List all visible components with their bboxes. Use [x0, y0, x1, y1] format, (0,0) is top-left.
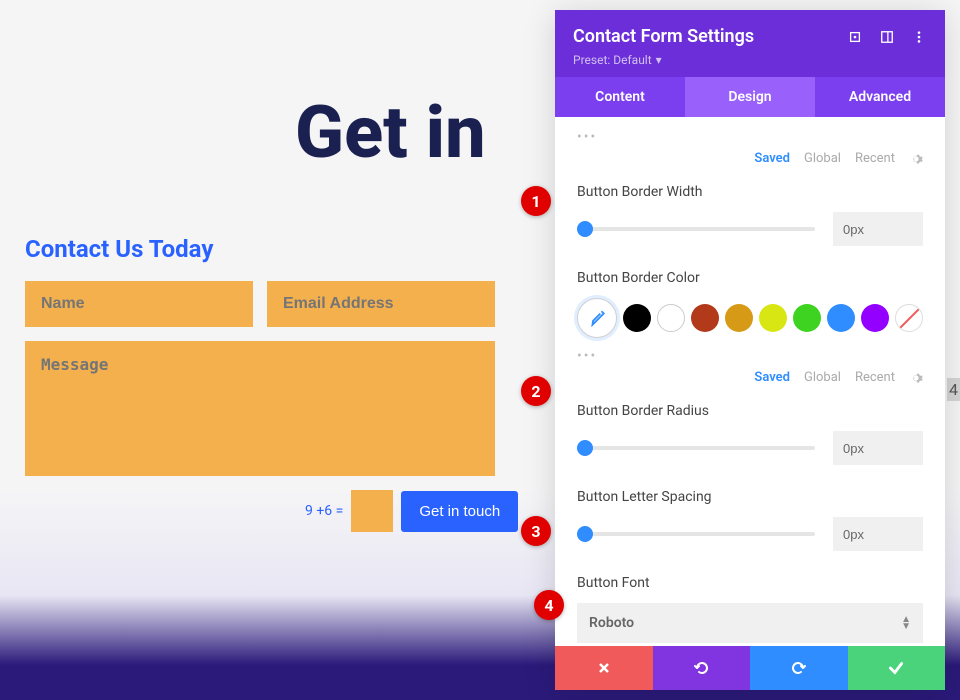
- slider-thumb[interactable]: [577, 221, 593, 237]
- cancel-button[interactable]: [555, 646, 653, 690]
- select-font[interactable]: Roboto ▲▼: [577, 603, 923, 643]
- value-border-width[interactable]: [833, 212, 923, 246]
- select-font-value: Roboto: [589, 615, 634, 631]
- slider-thumb[interactable]: [577, 526, 593, 542]
- redo-button[interactable]: [750, 646, 848, 690]
- gear-icon[interactable]: [909, 152, 923, 166]
- message-field[interactable]: [25, 341, 495, 476]
- preset-label[interactable]: Preset: Default ▾: [573, 53, 927, 67]
- swatch-amber[interactable]: [725, 304, 753, 332]
- annotation-2: 2: [521, 376, 551, 406]
- expand-icon[interactable]: [847, 29, 863, 45]
- swatch-yellow[interactable]: [759, 304, 787, 332]
- link-global-2[interactable]: Global: [804, 370, 841, 385]
- undo-button[interactable]: [653, 646, 751, 690]
- gear-icon-2[interactable]: [909, 371, 923, 385]
- label-border-width: Button Border Width: [577, 184, 923, 200]
- annotation-4: 4: [534, 590, 564, 620]
- panel-title: Contact Form Settings: [573, 26, 847, 47]
- name-field[interactable]: [25, 281, 253, 327]
- slider-letter-spacing[interactable]: [577, 532, 815, 536]
- swatch-blue[interactable]: [827, 304, 855, 332]
- dock-icon[interactable]: [879, 29, 895, 45]
- more-dots-icon-2[interactable]: •••: [577, 348, 923, 364]
- value-border-radius[interactable]: [833, 431, 923, 465]
- swatch-row: [577, 298, 923, 338]
- submit-button[interactable]: Get in touch: [401, 491, 518, 532]
- slider-thumb[interactable]: [577, 440, 593, 456]
- panel-header: Contact Form Settings Preset: Default ▾: [555, 10, 945, 77]
- save-button[interactable]: [848, 646, 946, 690]
- label-font: Button Font: [577, 575, 923, 591]
- annotation-3: 3: [521, 516, 551, 546]
- kebab-icon[interactable]: [911, 29, 927, 45]
- email-field[interactable]: [267, 281, 495, 327]
- label-border-color: Button Border Color: [577, 270, 923, 286]
- swatch-white[interactable]: [657, 304, 685, 332]
- preset-text: Preset: Default: [573, 53, 652, 67]
- swatch-red[interactable]: [691, 304, 719, 332]
- panel-footer: [555, 646, 945, 690]
- tabs: Content Design Advanced: [555, 77, 945, 117]
- link-recent[interactable]: Recent: [855, 151, 895, 166]
- tab-advanced[interactable]: Advanced: [815, 77, 945, 117]
- tab-design[interactable]: Design: [685, 77, 815, 117]
- link-saved[interactable]: Saved: [754, 151, 790, 166]
- label-letter-spacing: Button Letter Spacing: [577, 489, 923, 505]
- updown-icon: ▲▼: [901, 616, 911, 630]
- link-recent-2[interactable]: Recent: [855, 370, 895, 385]
- link-global[interactable]: Global: [804, 151, 841, 166]
- eyedropper-button[interactable]: [577, 298, 617, 338]
- settings-panel: Contact Form Settings Preset: Default ▾ …: [555, 10, 945, 690]
- swatch-black[interactable]: [623, 304, 651, 332]
- annotation-1: 1: [521, 186, 551, 216]
- panel-body: ••• Saved Global Recent Button Border Wi…: [555, 117, 945, 646]
- side-marker: 4: [947, 378, 960, 401]
- value-letter-spacing[interactable]: [833, 517, 923, 551]
- captcha-input[interactable]: [351, 490, 393, 532]
- chevron-down-icon: ▾: [656, 53, 662, 67]
- swatch-purple[interactable]: [861, 304, 889, 332]
- link-saved-2[interactable]: Saved: [754, 370, 790, 385]
- label-border-radius: Button Border Radius: [577, 403, 923, 419]
- slider-border-width[interactable]: [577, 227, 815, 231]
- swatch-green[interactable]: [793, 304, 821, 332]
- tab-content[interactable]: Content: [555, 77, 685, 117]
- swatch-none[interactable]: [895, 304, 923, 332]
- captcha-label: 9 +6 =: [305, 503, 343, 519]
- more-dots-icon[interactable]: •••: [577, 129, 923, 145]
- slider-border-radius[interactable]: [577, 446, 815, 450]
